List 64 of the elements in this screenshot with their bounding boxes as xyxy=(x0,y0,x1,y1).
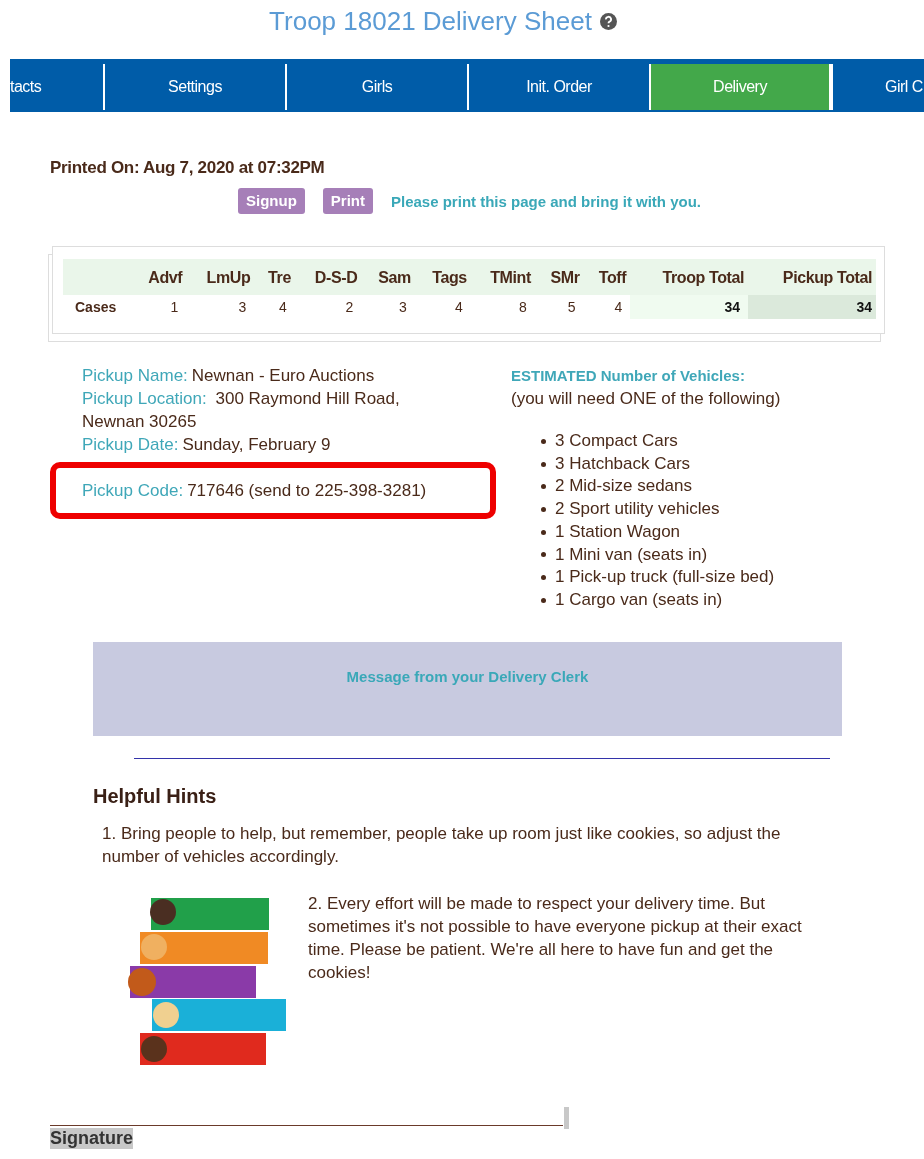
print-note: Please print this page and bring it with you. xyxy=(391,192,702,210)
table-cell: 4 xyxy=(583,295,631,319)
nav-tab[interactable]: Girl C xyxy=(831,64,923,110)
bullet-icon xyxy=(541,484,546,490)
column-header: SMr xyxy=(534,259,584,295)
column-header: Pickup Total xyxy=(748,259,876,295)
detail-value: Sunday, February 9 xyxy=(182,435,331,454)
table-cell: 2 xyxy=(294,295,362,319)
table-cell: 34 xyxy=(630,295,748,319)
table-cell: 3 xyxy=(361,295,415,319)
column-header: D-S-D xyxy=(294,259,362,295)
table-cell: 3 xyxy=(186,295,255,319)
nav-tab[interactable]: Girls xyxy=(285,64,467,110)
column-header: Advf xyxy=(131,259,187,295)
hint-text: 2. Every effort will be made to respect your delivery time. But sometimes it's not possible to have everyone pickup at their exact time. Please be patient. We're all here to have fun and get the cookies! xyxy=(308,892,803,984)
bullet-icon xyxy=(541,529,546,535)
table-cell: 34 xyxy=(748,295,876,319)
detail-label: Pickup Name: xyxy=(82,366,188,385)
page-title: Troop 18021 Delivery Sheet xyxy=(269,5,592,37)
table-cell: 4 xyxy=(414,295,471,319)
nav-tab[interactable]: Settings xyxy=(103,64,285,110)
column-header: TMint xyxy=(470,259,535,295)
bullet-icon xyxy=(541,552,546,558)
column-header: Tre xyxy=(254,259,295,295)
table-cell: 8 xyxy=(470,295,535,319)
column-header: Troop Total xyxy=(630,259,748,295)
signature-label: Signature xyxy=(50,1127,133,1149)
column-header: Sam xyxy=(361,259,415,295)
bullet-icon xyxy=(541,506,546,512)
detail-label: Pickup Code: xyxy=(82,481,184,500)
table-cell: 4 xyxy=(254,295,295,319)
row-label: Cases xyxy=(63,295,131,319)
detail-value: 717646 (send to 225-398-3281) xyxy=(187,481,427,500)
detail-value: Newnan - Euro Auctions xyxy=(191,366,375,385)
vehicles-note: (you will need ONE of the following) xyxy=(511,388,781,410)
table-cell: 5 xyxy=(534,295,584,319)
message-title: Message from your Delivery Clerk xyxy=(346,667,589,687)
hints-heading: Helpful Hints xyxy=(93,784,218,808)
hint-text: 1. Bring people to help, but remember, people take up room just like cookies, so adjust the number of vehicles accordingly. xyxy=(102,822,782,868)
detail-value: 300 Raymond Hill Road, xyxy=(214,389,400,408)
vehicle-option: 2 Sport utility vehicles xyxy=(555,498,720,521)
vehicle-option: 1 Cargo van (seats in) xyxy=(555,588,723,612)
detail-value: Newnan 30265 xyxy=(82,411,197,433)
help-icon[interactable] xyxy=(599,12,617,30)
vehicle-option: 3 Compact Cars xyxy=(555,430,678,453)
column-header: LmUp xyxy=(186,259,255,295)
detail-label: Pickup Date: xyxy=(82,435,179,454)
column-header: Tags xyxy=(414,259,471,295)
bullet-icon xyxy=(541,461,546,467)
printed-date: Printed On: Aug 7, 2020 at 07:32PM xyxy=(50,158,326,178)
bullet-icon xyxy=(541,438,546,444)
vehicles-heading: ESTIMATED Number of Vehicles: xyxy=(511,366,746,386)
table-cell: 1 xyxy=(131,295,187,319)
bullet-icon xyxy=(541,597,546,603)
vehicle-option: 2 Mid-size sedans xyxy=(555,475,692,499)
vehicle-option: 1 Station Wagon xyxy=(555,520,681,544)
detail-label: Pickup Location: xyxy=(82,389,207,408)
bullet-icon xyxy=(541,575,546,581)
vehicle-option: 1 Mini van (seats in) xyxy=(555,543,708,567)
nav-tab[interactable]: tacts xyxy=(10,64,103,110)
resize-handle[interactable] xyxy=(564,1106,569,1129)
column-header: Toff xyxy=(583,259,631,295)
vehicle-option: 1 Pick-up truck (full-size bed) xyxy=(555,566,775,589)
vehicle-option: 3 Hatchback Cars xyxy=(555,452,691,476)
